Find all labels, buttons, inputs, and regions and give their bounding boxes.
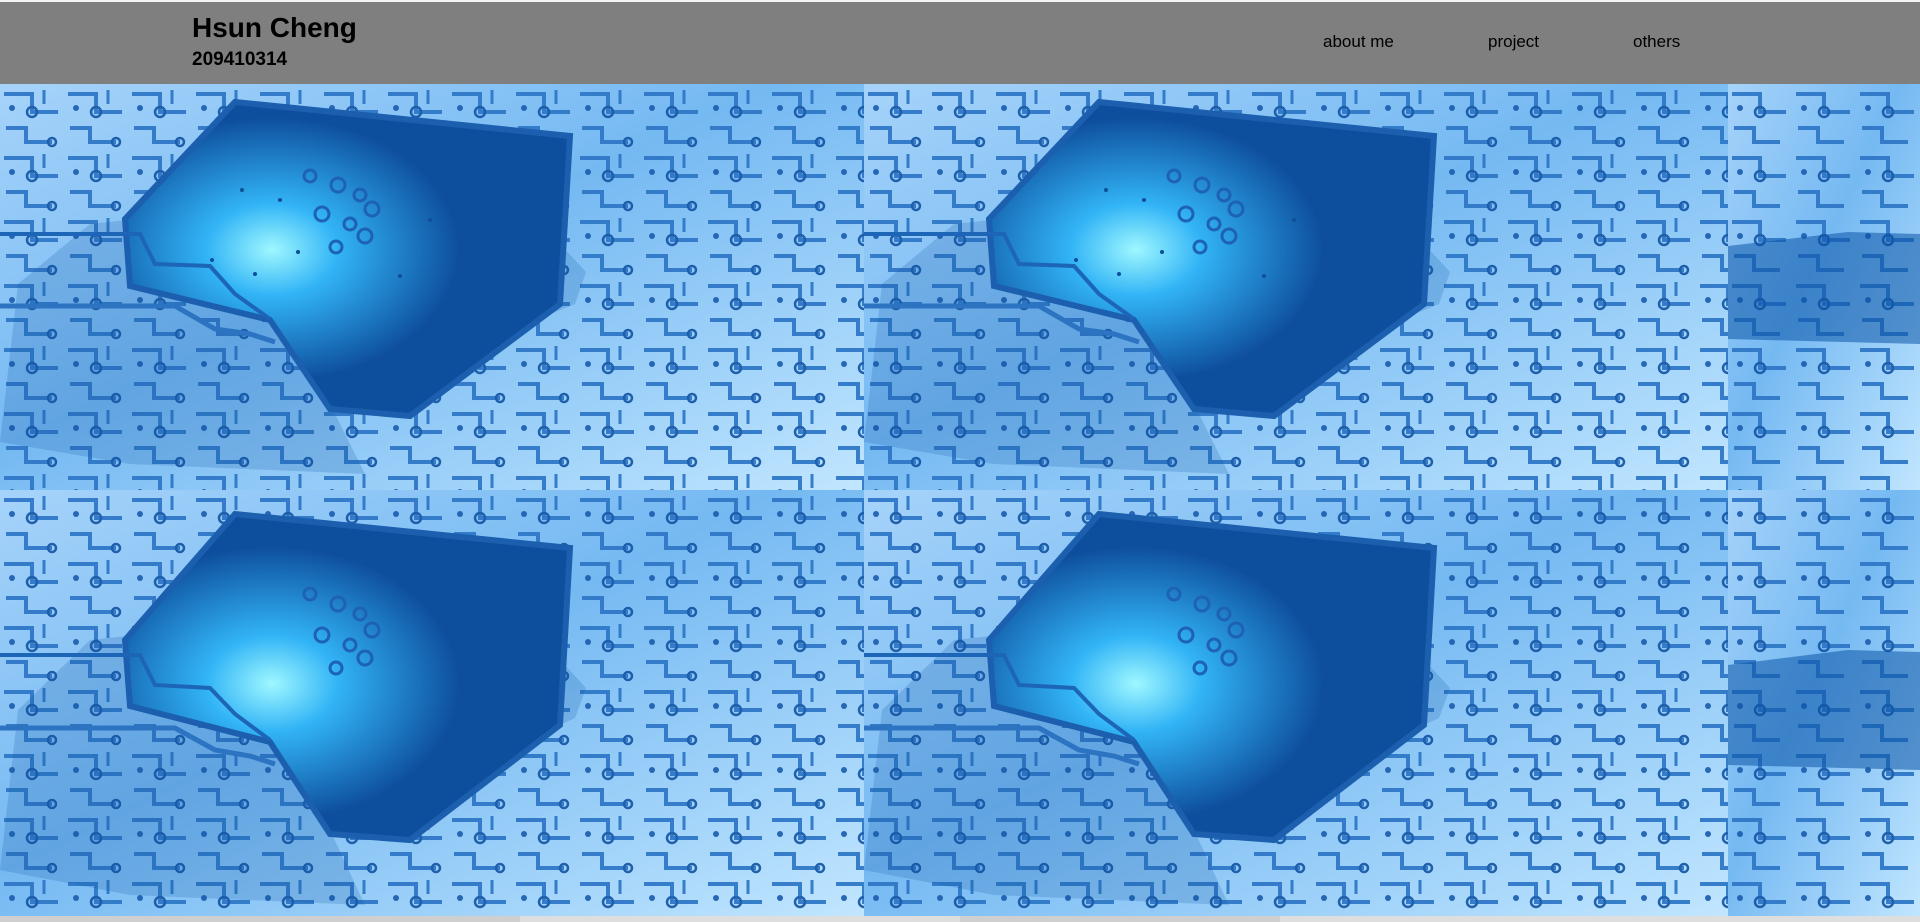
hero-background — [0, 84, 1920, 916]
student-id: 209410314 — [192, 49, 288, 70]
nav-link-others[interactable]: others — [1633, 32, 1680, 52]
nav-link-project[interactable]: project — [1488, 32, 1539, 52]
site-header: Hsun Cheng 209410314 about me project ot… — [0, 0, 1920, 84]
page: Hsun Cheng 209410314 about me project ot… — [0, 0, 1920, 922]
site-title: Hsun Cheng — [192, 12, 357, 43]
bottom-strip-segment — [960, 916, 1280, 922]
bottom-strip-segment — [0, 916, 520, 922]
circuit-board-tile — [1728, 84, 1920, 490]
circuit-board-tile — [0, 84, 864, 490]
nav-link-about-me[interactable]: about me — [1323, 32, 1394, 52]
circuit-board-tile — [864, 84, 1728, 490]
top-strip — [0, 0, 1920, 2]
circuit-board-tile — [0, 490, 864, 916]
bottom-strip — [0, 916, 1920, 922]
circuit-board-tile — [1728, 490, 1920, 916]
circuit-board-tile — [864, 490, 1728, 916]
